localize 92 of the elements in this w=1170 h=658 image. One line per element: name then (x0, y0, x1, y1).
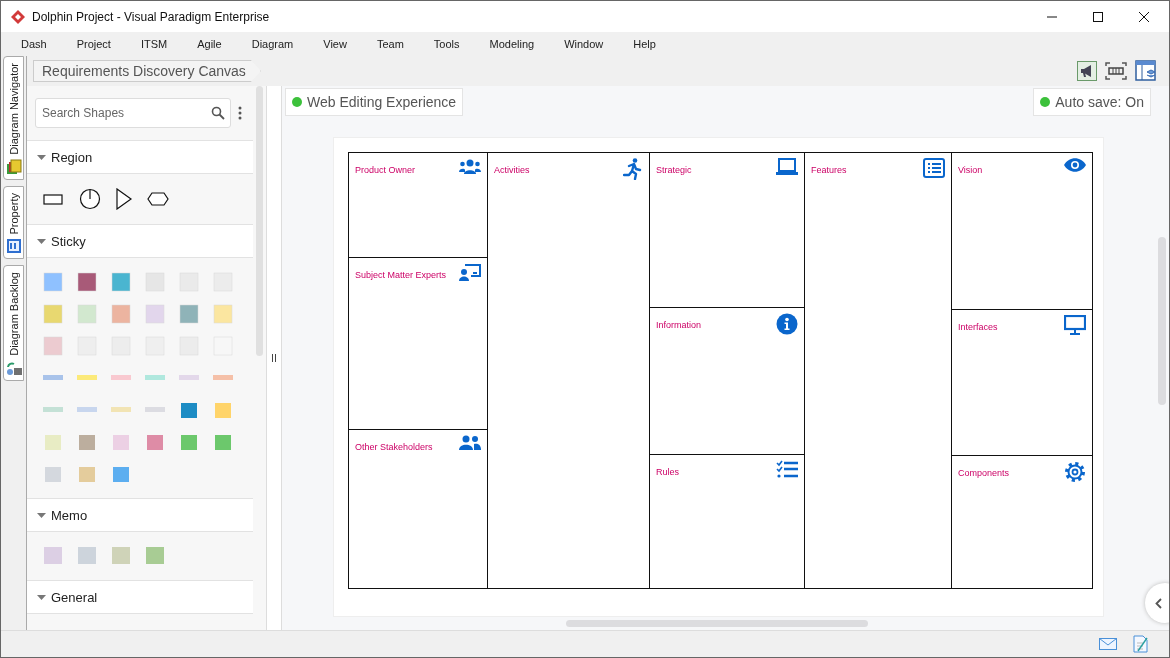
section-header[interactable]: Sticky (27, 224, 253, 258)
cell-title: Components (958, 468, 1010, 478)
monitor-icon (1064, 315, 1086, 335)
status-label: Web Editing Experience (307, 94, 457, 110)
menu-item[interactable]: Help (633, 38, 686, 50)
menu-item[interactable]: Modeling (489, 38, 565, 50)
sticky-note-icon[interactable] (111, 464, 131, 484)
note-pen-icon[interactable] (1133, 635, 1149, 653)
menu-item[interactable]: Tools (433, 38, 490, 50)
canvas-cell[interactable]: Information (650, 307, 804, 454)
sticky-note-icon[interactable] (111, 272, 131, 292)
window-title: Dolphin Project - Visual Paradigm Enterprise (32, 9, 270, 24)
hexagon-shape-icon[interactable] (147, 192, 169, 206)
menu-item[interactable]: Window (564, 38, 634, 50)
megaphone-icon[interactable] (1077, 61, 1097, 81)
eye-icon (1064, 158, 1086, 172)
canvas-cell[interactable]: Other Stakeholders (349, 429, 487, 588)
status-label: Auto save: On (1055, 94, 1144, 110)
sticky-note-icon[interactable] (179, 304, 199, 324)
canvas-cell[interactable]: Features (805, 153, 951, 588)
chevron-left-icon (1155, 597, 1162, 609)
clock-shape-icon[interactable] (79, 188, 101, 210)
memo-note-icon[interactable] (111, 546, 131, 566)
sticky-note-icon[interactable] (77, 432, 97, 452)
rectangle-shape-icon[interactable] (43, 193, 65, 205)
triangle-shape-icon[interactable] (115, 188, 133, 210)
info-icon (776, 313, 798, 335)
side-tab[interactable]: Diagram Navigator (3, 56, 24, 180)
cell-title: Strategic (656, 165, 692, 175)
menu-item[interactable]: Diagram (251, 38, 324, 50)
sticky-note-icon[interactable] (179, 400, 199, 420)
cell-title: Product Owner (355, 165, 416, 175)
menu-item[interactable]: View (323, 38, 377, 50)
cell-title: Rules (656, 467, 679, 477)
cell-title: Activities (494, 165, 530, 175)
search-field[interactable]: Search Shapes (35, 98, 231, 128)
menu-item[interactable]: Agile (197, 38, 252, 50)
close-icon[interactable] (1138, 10, 1150, 23)
cell-title: Vision (958, 165, 983, 175)
cell-title: Other Stakeholders (355, 442, 433, 452)
list-icon (923, 158, 945, 178)
running-person-icon (623, 158, 643, 180)
canvas-cell[interactable]: Subject Matter Experts (349, 257, 487, 429)
canvas-cell[interactable]: Components (952, 455, 1092, 588)
app-logo-icon (10, 8, 26, 25)
scrollbar-thumb[interactable] (1158, 237, 1166, 405)
side-tab[interactable]: Property (3, 185, 24, 260)
fit-frame-icon[interactable] (1105, 61, 1127, 81)
search-icon[interactable] (211, 106, 225, 120)
canvas-cell[interactable]: Strategic (650, 153, 804, 307)
cell-title: Interfaces (958, 322, 998, 332)
splitter-handle-icon[interactable] (272, 354, 276, 362)
property-sheet-icon (5, 238, 22, 255)
cell-title: Information (656, 320, 702, 330)
gear-icon (1064, 461, 1086, 483)
mail-icon[interactable] (1099, 638, 1117, 650)
presenter-board-icon (459, 263, 481, 281)
status-badge[interactable]: Web Editing Experience (285, 88, 464, 116)
backlog-icon (5, 360, 22, 377)
memo-note-icon[interactable] (145, 546, 165, 566)
menu-item[interactable]: Team (376, 38, 434, 50)
section-header[interactable]: General (27, 580, 253, 614)
more-options-icon[interactable] (238, 106, 242, 120)
maximize-icon[interactable] (1092, 10, 1104, 23)
status-badge[interactable]: Auto save: On (1033, 88, 1151, 116)
memo-note-icon[interactable] (77, 546, 97, 566)
folder-stack-icon (5, 158, 22, 175)
cell-title: Subject Matter Experts (355, 270, 447, 280)
breadcrumb[interactable]: Requirements Discovery Canvas (33, 60, 261, 82)
menu-item[interactable]: ITSM (140, 38, 198, 50)
memo-note-icon[interactable] (43, 546, 63, 566)
canvas-cell[interactable]: Product Owner (349, 153, 487, 257)
laptop-icon (776, 158, 798, 176)
side-tab[interactable]: Diagram Backlog (3, 265, 24, 382)
menu-item[interactable]: Dash (21, 38, 77, 50)
canvas-cell[interactable]: Activities (488, 153, 649, 588)
sticky-note-icon[interactable] (145, 432, 165, 452)
cell-title: Features (811, 165, 847, 175)
section-header[interactable]: Memo (27, 498, 253, 532)
layout-panel-icon[interactable] (1135, 60, 1157, 82)
sticky-note-icon[interactable] (179, 432, 199, 452)
canvas-cell[interactable]: Rules (650, 454, 804, 588)
two-people-icon (459, 435, 481, 451)
menu-item[interactable]: Project (76, 38, 141, 50)
scrollbar-thumb[interactable] (566, 620, 868, 627)
section-header[interactable]: Region (27, 140, 253, 174)
people-group-icon (459, 158, 481, 176)
sticky-note-icon[interactable] (77, 272, 97, 292)
canvas-cell[interactable]: Interfaces (952, 309, 1092, 455)
canvas-cell[interactable]: Vision (952, 153, 1092, 309)
sticky-note-icon[interactable] (213, 432, 233, 452)
checklist-icon (776, 460, 798, 478)
